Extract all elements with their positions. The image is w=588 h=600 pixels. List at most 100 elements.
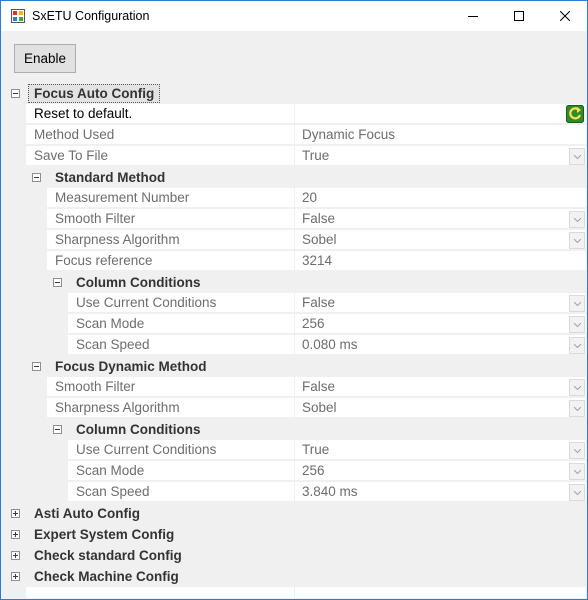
dropdown-button[interactable] <box>569 337 585 354</box>
property-name: Sharpness Algorithm <box>47 230 294 250</box>
property-row-sharpness-algorithm[interactable]: Sharpness Algorithm Sobel <box>6 398 586 419</box>
property-value[interactable]: Sobel <box>294 398 586 418</box>
value-text: 3.840 ms <box>302 484 358 499</box>
chevron-down-icon <box>573 217 581 222</box>
property-row-use-current-conditions[interactable]: Use Current Conditions True <box>6 440 586 461</box>
property-value[interactable]: False <box>294 293 586 313</box>
property-value[interactable]: False <box>294 209 586 229</box>
property-row-smooth-filter[interactable]: Smooth Filter False <box>6 209 586 230</box>
property-row-focus-reference[interactable]: Focus reference 3214 <box>6 251 586 272</box>
value-text: False <box>302 379 336 394</box>
property-name: Focus reference <box>47 251 294 271</box>
value-text: False <box>302 211 336 226</box>
category-label: Asti Auto Config <box>34 506 140 521</box>
collapse-icon[interactable] <box>53 278 62 287</box>
property-name: Method Used <box>26 125 294 145</box>
expand-icon[interactable] <box>11 572 20 581</box>
category-focus-dynamic-method[interactable]: Focus Dynamic Method <box>6 356 586 377</box>
property-name: Save To File <box>26 146 294 166</box>
expand-icon[interactable] <box>11 530 20 539</box>
collapse-icon[interactable] <box>32 362 41 371</box>
property-row-measurement-number[interactable]: Measurement Number 20 <box>6 188 586 209</box>
property-value[interactable]: False <box>294 377 586 397</box>
chevron-down-icon <box>573 322 581 327</box>
property-value[interactable]: True <box>294 146 586 166</box>
property-value[interactable]: 256 <box>294 461 586 481</box>
value-text: 256 <box>302 316 325 331</box>
dropdown-button[interactable] <box>569 232 585 249</box>
chevron-down-icon <box>573 469 581 474</box>
configuration-window: SxETU Configuration Enable Focus Auto Co… <box>0 0 588 600</box>
close-icon <box>560 11 570 21</box>
value-text: True <box>302 442 330 457</box>
property-value[interactable]: 0.080 ms <box>294 335 586 355</box>
dropdown-button[interactable] <box>569 463 585 480</box>
property-name: Smooth Filter <box>47 377 294 397</box>
dropdown-button[interactable] <box>569 400 585 417</box>
category-expert-system-config[interactable]: Expert System Config <box>6 524 586 545</box>
property-value[interactable]: 20 <box>294 188 586 208</box>
collapse-icon[interactable] <box>32 173 41 182</box>
app-icon <box>11 9 25 23</box>
property-value[interactable]: 256 <box>294 314 586 334</box>
window-title: SxETU Configuration <box>32 9 150 23</box>
chevron-down-icon <box>573 406 581 411</box>
property-value[interactable] <box>294 104 586 124</box>
property-grid[interactable]: Focus Auto Config Reset to default. Meth… <box>6 83 586 599</box>
property-row-sharpness-algorithm[interactable]: Sharpness Algorithm Sobel <box>6 230 586 251</box>
dropdown-button[interactable] <box>569 148 585 165</box>
category-check-standard-config[interactable]: Check standard Config <box>6 545 586 566</box>
property-row-smooth-filter[interactable]: Smooth Filter False <box>6 377 586 398</box>
property-row-scan-speed[interactable]: Scan Speed 0.080 ms <box>6 335 586 356</box>
dropdown-button[interactable] <box>569 379 585 396</box>
property-row-save-to-file[interactable]: Save To File True <box>6 146 586 167</box>
category-label: Focus Dynamic Method <box>55 359 207 374</box>
category-label: Column Conditions <box>76 422 201 437</box>
property-name: Scan Speed <box>68 335 294 355</box>
category-column-conditions[interactable]: Column Conditions <box>6 419 586 440</box>
category-column-conditions[interactable]: Column Conditions <box>6 272 586 293</box>
property-value[interactable]: 3.840 ms <box>294 482 586 502</box>
minimize-button[interactable] <box>450 1 496 31</box>
property-value[interactable]: True <box>294 440 586 460</box>
property-row-scan-speed[interactable]: Scan Speed 3.840 ms <box>6 482 586 503</box>
dropdown-button[interactable] <box>569 295 585 312</box>
close-button[interactable] <box>542 1 588 31</box>
category-asti-auto-config[interactable]: Asti Auto Config <box>6 503 586 524</box>
property-name: Smooth Filter <box>47 209 294 229</box>
property-row-scan-mode[interactable]: Scan Mode 256 <box>6 314 586 335</box>
enable-button[interactable]: Enable <box>14 44 76 73</box>
property-name: Reset to default. <box>26 104 294 124</box>
dropdown-button[interactable] <box>569 484 585 501</box>
expand-icon[interactable] <box>11 509 20 518</box>
property-row-method-used[interactable]: Method Used Dynamic Focus <box>6 125 586 146</box>
property-name: Measurement Number <box>47 188 294 208</box>
collapse-icon[interactable] <box>53 425 62 434</box>
property-row-scan-mode[interactable]: Scan Mode 256 <box>6 461 586 482</box>
property-value[interactable]: Sobel <box>294 230 586 250</box>
property-row-use-current-conditions[interactable]: Use Current Conditions False <box>6 293 586 314</box>
dropdown-button[interactable] <box>569 211 585 228</box>
property-value[interactable]: Dynamic Focus <box>294 125 586 145</box>
category-label: Column Conditions <box>76 275 201 290</box>
category-label: Standard Method <box>55 170 166 185</box>
dropdown-button[interactable] <box>569 442 585 459</box>
dropdown-button[interactable] <box>569 316 585 333</box>
property-row-reset[interactable]: Reset to default. <box>6 104 586 125</box>
chevron-down-icon <box>573 343 581 348</box>
property-name: Use Current Conditions <box>68 440 294 460</box>
maximize-button[interactable] <box>496 1 542 31</box>
minimize-icon <box>468 16 478 17</box>
expand-icon[interactable] <box>11 551 20 560</box>
category-standard-method[interactable]: Standard Method <box>6 167 586 188</box>
collapse-icon[interactable] <box>11 89 20 98</box>
category-focus-auto-config[interactable]: Focus Auto Config <box>6 83 586 104</box>
chevron-down-icon <box>573 238 581 243</box>
category-check-machine-config[interactable]: Check Machine Config <box>6 566 586 587</box>
reset-icon[interactable] <box>566 105 584 123</box>
empty-cell <box>294 587 586 599</box>
value-text: 256 <box>302 463 325 478</box>
category-label: Expert System Config <box>34 527 175 542</box>
value-text: False <box>302 295 336 310</box>
property-value[interactable]: 3214 <box>294 251 586 271</box>
